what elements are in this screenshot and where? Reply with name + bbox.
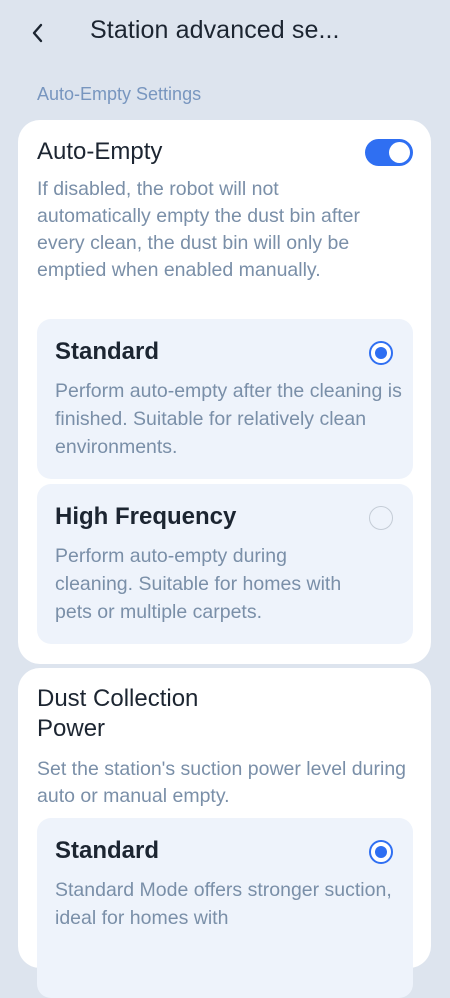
radio-standard-selected[interactable] [369, 341, 393, 365]
dust-power-title-line2: Power [37, 715, 106, 742]
auto-empty-toggle[interactable] [365, 139, 413, 166]
option-title: High Frequency [55, 503, 237, 530]
top-bar: Station advanced se... [0, 0, 450, 66]
option-description: Perform auto-empty during cleaning. Suit… [55, 545, 342, 623]
option-description: Perform auto-empty after the cleaning is… [55, 380, 402, 458]
option-high-frequency[interactable]: High Frequency Perform auto-empty during… [37, 484, 413, 644]
option-standard-power[interactable]: Standard Standard Mode offers stronger s… [37, 818, 413, 998]
dust-power-description: Set the station's suction power level du… [37, 758, 407, 807]
option-description: Standard Mode offers stronger suction, i… [55, 879, 392, 929]
option-title: Standard [55, 837, 160, 864]
auto-empty-title: Auto-Empty [37, 138, 163, 165]
toggle-knob [389, 142, 410, 163]
dust-collection-power-card: Dust Collection Power Set the station's … [18, 668, 431, 998]
chevron-left-icon [32, 23, 43, 43]
back-button[interactable] [20, 14, 54, 52]
auto-empty-description: If disabled, the robot will not automati… [37, 178, 360, 281]
auto-empty-card: Auto-Empty If disabled, the robot will n… [18, 120, 431, 664]
option-title: Standard [55, 338, 160, 365]
radio-high-frequency[interactable] [369, 506, 393, 530]
radio-standard-power-selected[interactable] [369, 840, 393, 864]
option-standard[interactable]: Standard Perform auto-empty after the cl… [37, 319, 413, 479]
page-title: Station advanced se... [90, 16, 340, 44]
section-label-auto-empty: Auto-Empty Settings [37, 84, 202, 104]
dust-power-title-line1: Dust Collection [37, 685, 199, 712]
